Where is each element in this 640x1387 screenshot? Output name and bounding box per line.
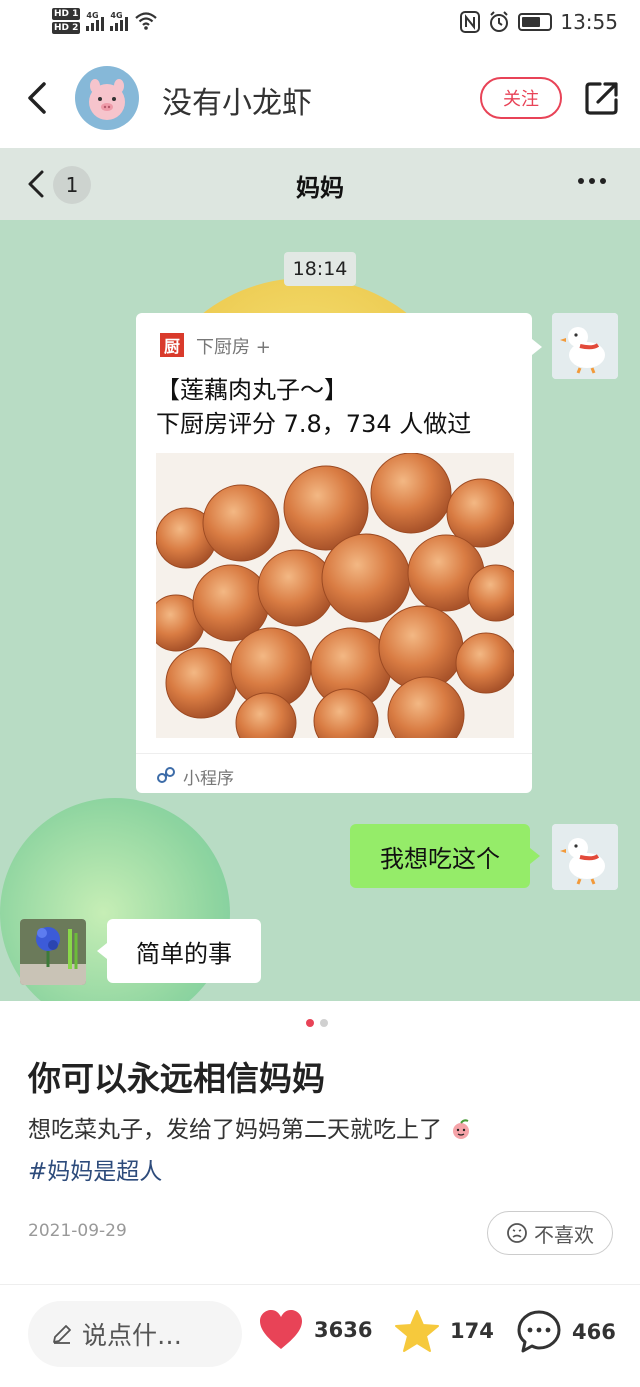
comment-input[interactable]: 说点什… (28, 1301, 242, 1367)
status-right: 13:55 (460, 10, 618, 34)
signal-group: HD 1 HD 2 4G 4G (52, 8, 158, 34)
duck-avatar-icon (552, 313, 618, 379)
card-title: 【莲藕肉丸子～】 下厨房评分 7.8，734 人做过 (156, 373, 526, 441)
author-avatar[interactable] (75, 66, 139, 130)
hd1-badge: HD 1 (52, 8, 81, 20)
my-message-bubble: 我想吃这个 (350, 824, 540, 888)
favorite-button[interactable]: 174 (394, 1309, 494, 1353)
post-header: 没有小龙虾 关注 (0, 48, 640, 148)
carousel-dot-active (306, 1019, 314, 1027)
pig-avatar-icon (89, 79, 125, 120)
comment-icon (517, 1310, 561, 1353)
xiachufang-logo: 厨 (160, 333, 184, 357)
chat-title: 妈妈 (296, 174, 344, 202)
like-button[interactable]: 3636 (258, 1309, 372, 1351)
comment-placeholder: 说点什… (82, 1321, 183, 1350)
network-1-label: 4G (86, 11, 99, 20)
comment-count: 466 (572, 1320, 616, 1344)
dislike-label: 不喜欢 (534, 1222, 594, 1247)
chat-timestamp: 18:14 (284, 252, 356, 286)
signal-2-icon: 4G (110, 11, 129, 31)
more-icon (578, 178, 610, 188)
chat-title-bar: 1 妈妈 (0, 148, 640, 220)
follow-button[interactable]: 关注 (480, 77, 562, 119)
card-app-name: 下厨房 + (196, 337, 271, 358)
dislike-button[interactable]: 不喜欢 (487, 1211, 613, 1255)
like-count: 3636 (314, 1318, 373, 1342)
post-title: 你可以永远相信妈妈 (28, 1059, 325, 1098)
peach-emoji-icon (453, 1119, 470, 1139)
heart-icon (260, 1310, 302, 1349)
post-body-text: 想吃菜丸子，发给了妈妈第二天就吃上了 (28, 1117, 442, 1143)
hd2-badge: HD 2 (52, 22, 81, 34)
post-date: 2021-09-29 (28, 1221, 127, 1241)
alarm-icon (490, 11, 509, 32)
flower-avatar-icon (20, 919, 86, 985)
card-title-line2: 下厨房评分 7.8，734 人做过 (156, 410, 472, 438)
post-body: 想吃菜丸子，发给了妈妈第二天就吃上了 (28, 1110, 618, 1144)
duck-avatar-icon (552, 824, 618, 890)
card-notch (532, 339, 542, 355)
nfc-icon (460, 11, 481, 33)
favorite-count: 174 (450, 1319, 494, 1343)
sad-face-icon (507, 1223, 527, 1243)
my-avatar-2 (552, 824, 618, 890)
my-avatar (552, 313, 618, 379)
bottom-action-bar: 说点什… 3636 174 466 (0, 1285, 640, 1387)
meatball-photo (156, 453, 514, 738)
status-bar: HD 1 HD 2 4G 4G 13:55 (0, 0, 640, 48)
share-icon[interactable] (584, 80, 620, 116)
battery-icon (518, 13, 553, 31)
network-2-label: 4G (110, 11, 123, 20)
mini-program-label: 小程序 (183, 769, 234, 789)
their-message-bubble: 简单的事 (97, 919, 261, 983)
comment-button[interactable]: 466 (516, 1309, 616, 1355)
status-time: 13:55 (560, 10, 618, 34)
back-arrow-icon[interactable] (22, 78, 52, 118)
post-hashtag[interactable]: #妈妈是超人 (28, 1152, 162, 1186)
carousel-dot (320, 1019, 328, 1027)
pencil-icon (53, 1325, 71, 1344)
card-title-line1: 【莲藕肉丸子～】 (156, 376, 348, 404)
star-icon (395, 1310, 439, 1352)
hd-badges: HD 1 HD 2 (52, 8, 81, 34)
card-footer: 小程序 (136, 753, 532, 793)
carousel-indicator (306, 1019, 328, 1027)
mom-avatar (20, 919, 86, 985)
author-name[interactable]: 没有小龙虾 (162, 78, 312, 122)
signal-1-icon: 4G (86, 11, 105, 31)
mini-program-card: 厨 下厨房 + 【莲藕肉丸子～】 下厨房评分 7.8，734 人做过 小程序 (136, 313, 542, 793)
wifi-icon (135, 12, 158, 30)
meatballs-image (156, 453, 514, 738)
post-image[interactable]: 1 妈妈 18:14 厨 下厨房 + 【莲藕肉丸子～】 下厨房评分 7.8，73… (0, 148, 640, 1001)
mini-program-icon (157, 767, 175, 783)
